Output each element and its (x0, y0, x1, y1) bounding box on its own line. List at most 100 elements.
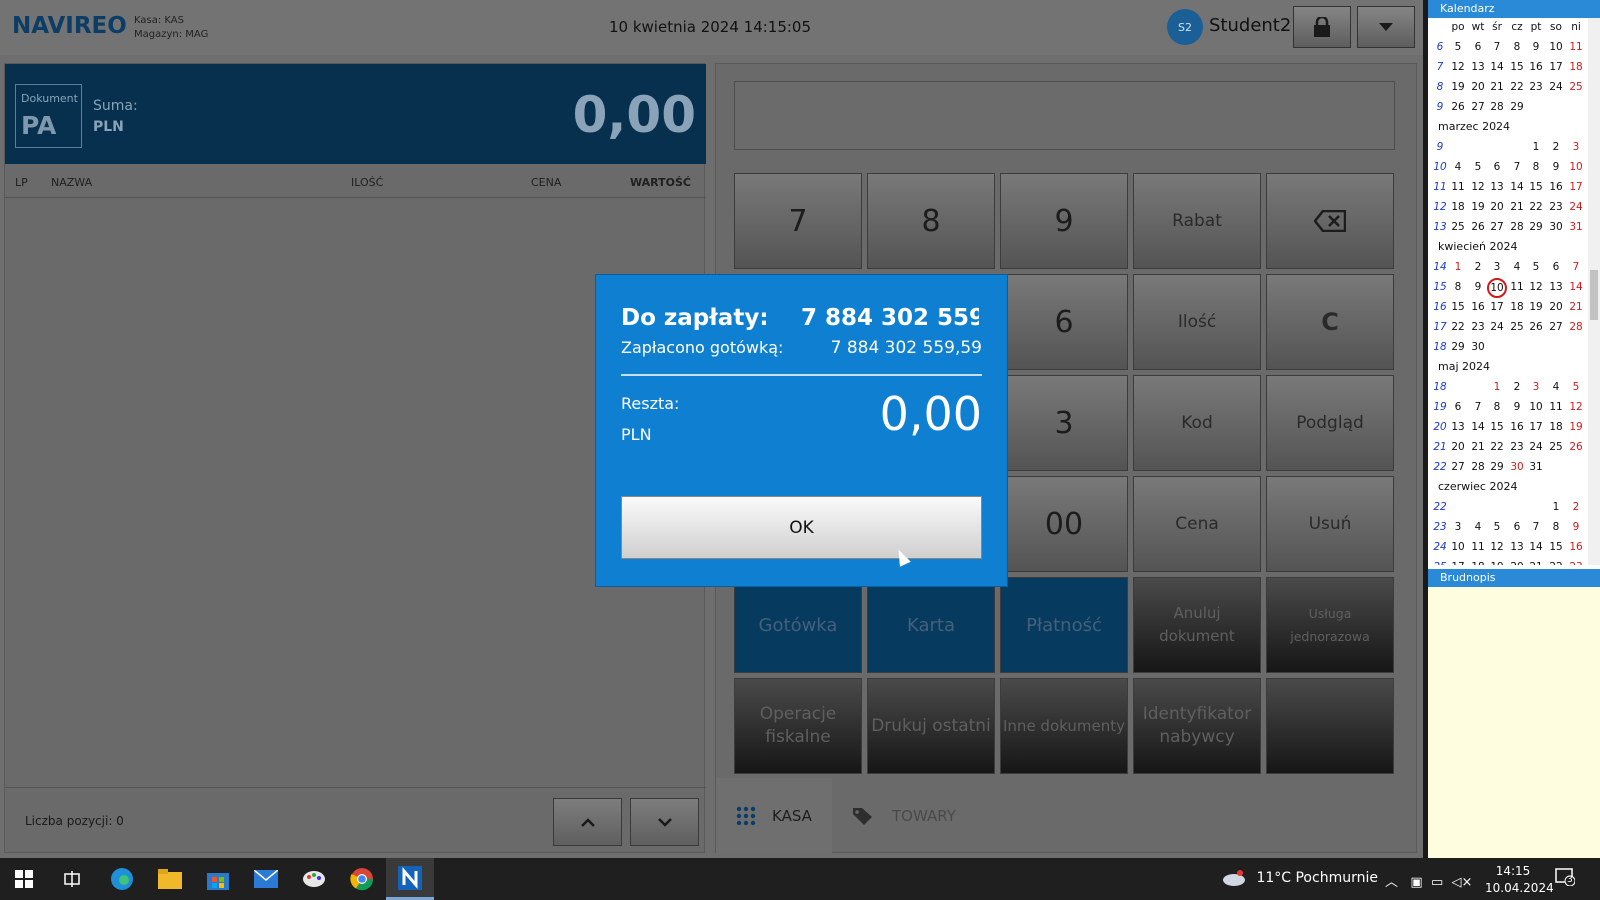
calendar-day[interactable]: 6 (1507, 521, 1527, 533)
calendar-day[interactable]: 5 (1487, 521, 1507, 533)
calendar-day[interactable]: 25 (1546, 441, 1566, 453)
calendar-day[interactable]: 19 (1468, 201, 1488, 213)
calendar-day[interactable]: 17 (1448, 561, 1468, 565)
calendar-day[interactable]: 3 (1566, 141, 1586, 153)
calendar-day[interactable]: 18 (1507, 301, 1527, 313)
calendar-day[interactable]: 5 (1468, 161, 1488, 173)
calendar-day[interactable]: 9 (1546, 161, 1566, 173)
calendar-day[interactable]: 22 (1546, 561, 1566, 565)
calendar-day[interactable]: 21 (1566, 301, 1586, 313)
calendar-day[interactable]: 9 (1507, 401, 1527, 413)
calendar-day[interactable]: 7 (1507, 161, 1527, 173)
calendar-day[interactable]: 1 (1546, 501, 1566, 513)
paint-button[interactable] (290, 858, 338, 900)
file-explorer-button[interactable] (146, 858, 194, 900)
calendar-day[interactable]: 28 (1487, 101, 1507, 113)
one-time-service-button[interactable]: Usługa jednorazowa (1266, 577, 1394, 673)
calendar-day[interactable]: 12 (1526, 281, 1546, 293)
calendar-day[interactable]: 21 (1526, 561, 1546, 565)
ok-button[interactable]: OK (621, 496, 982, 559)
calendar-day[interactable]: 26 (1526, 321, 1546, 333)
task-view-button[interactable] (48, 858, 96, 900)
quantity-button[interactable]: Ilość (1133, 274, 1261, 370)
chevron-up-icon[interactable]: ︿ (1385, 875, 1398, 890)
card-button[interactable]: Karta (867, 577, 995, 673)
calendar-day[interactable]: 14 (1507, 181, 1527, 193)
key-8[interactable]: 8 (867, 173, 995, 269)
user-avatar[interactable]: S2 (1167, 9, 1203, 45)
username[interactable]: Student2 (1209, 15, 1291, 36)
calendar-day[interactable]: 25 (1507, 321, 1527, 333)
price-button[interactable]: Cena (1133, 476, 1261, 572)
calendar-day[interactable]: 26 (1566, 441, 1586, 453)
calendar-day[interactable]: 9 (1468, 281, 1488, 293)
calendar-day[interactable]: 11 (1546, 401, 1566, 413)
key-7[interactable]: 7 (734, 173, 862, 269)
calendar-day[interactable]: 15 (1526, 181, 1546, 193)
calendar-day[interactable]: 28 (1566, 321, 1586, 333)
key-6[interactable]: 6 (1000, 274, 1128, 370)
calendar-day[interactable]: 16 (1468, 301, 1488, 313)
calendar-day[interactable]: 1 (1448, 261, 1468, 273)
calendar-scroll-thumb[interactable] (1590, 270, 1598, 320)
other-documents-button[interactable]: Inne dokumenty (1000, 678, 1128, 774)
calendar-day[interactable]: 4 (1546, 381, 1566, 393)
calendar-day[interactable]: 17 (1487, 301, 1507, 313)
calendar-day[interactable]: 1 (1487, 381, 1507, 393)
calendar-day[interactable]: 1 (1526, 141, 1546, 153)
calendar-day[interactable]: 2 (1546, 141, 1566, 153)
preview-button[interactable]: Podgląd (1266, 375, 1394, 471)
calendar-day[interactable]: 6 (1546, 261, 1566, 273)
tab-towary[interactable]: TOWARY (832, 778, 1002, 854)
calendar-day[interactable]: 31 (1566, 221, 1586, 233)
calendar-day[interactable]: 28 (1468, 461, 1488, 473)
calendar-day[interactable]: 12 (1487, 541, 1507, 553)
calendar-day[interactable]: 4 (1507, 261, 1527, 273)
system-tray[interactable]: ︿ ▣ ▭ ◁× (1385, 871, 1472, 890)
calendar-day[interactable]: 13 (1546, 281, 1566, 293)
key-00[interactable]: 00 (1000, 476, 1128, 572)
calendar-day[interactable]: 3 (1526, 381, 1546, 393)
calendar-day[interactable]: 25 (1566, 81, 1586, 93)
calendar-day[interactable]: 4 (1448, 161, 1468, 173)
calendar-day[interactable]: 14 (1566, 281, 1586, 293)
taskbar-clock[interactable]: 14:15 10.04.2024 (1485, 863, 1554, 897)
key-9[interactable]: 9 (1000, 173, 1128, 269)
calendar-day[interactable]: 21 (1487, 81, 1507, 93)
calendar-day[interactable]: 16 (1546, 181, 1566, 193)
calendar-day[interactable]: 30 (1507, 461, 1527, 473)
calendar-day[interactable]: 16 (1566, 541, 1586, 553)
calendar-day[interactable]: 20 (1448, 441, 1468, 453)
print-last-button[interactable]: Drukuj ostatni (867, 678, 995, 774)
clear-button[interactable]: C (1266, 274, 1394, 370)
calendar-day[interactable]: 20 (1546, 301, 1566, 313)
calendar-day[interactable]: 7 (1526, 521, 1546, 533)
start-button[interactable] (0, 858, 48, 900)
cancel-document-button[interactable]: Anuluj dokument (1133, 577, 1261, 673)
calendar-day[interactable]: 30 (1546, 221, 1566, 233)
calendar-day[interactable]: 29 (1507, 101, 1527, 113)
calendar-day[interactable]: 7 (1468, 401, 1488, 413)
calendar-day[interactable]: 27 (1546, 321, 1566, 333)
calendar-day[interactable]: 10 (1526, 401, 1546, 413)
calendar-day[interactable]: 15 (1507, 61, 1527, 73)
calendar-day[interactable]: 23 (1526, 81, 1546, 93)
calendar-day[interactable]: 10 (1546, 41, 1566, 53)
tab-kasa[interactable]: KASA (716, 778, 832, 854)
calendar-day[interactable]: 11 (1468, 541, 1488, 553)
calendar-day[interactable]: 11 (1448, 181, 1468, 193)
calendar-day[interactable]: 20 (1487, 201, 1507, 213)
calendar-day[interactable]: 11 (1566, 41, 1586, 53)
store-button[interactable] (194, 858, 242, 900)
calendar-day[interactable]: 13 (1507, 541, 1527, 553)
calendar-day[interactable]: 15 (1448, 301, 1468, 313)
calendar-day[interactable]: 14 (1487, 61, 1507, 73)
chrome-button[interactable] (338, 858, 386, 900)
calendar-day[interactable]: 3 (1448, 521, 1468, 533)
calendar-day[interactable]: 22 (1448, 321, 1468, 333)
calendar-day[interactable]: 25 (1448, 221, 1468, 233)
calendar-day[interactable]: 8 (1526, 161, 1546, 173)
calendar-day[interactable]: 13 (1448, 421, 1468, 433)
empty-key[interactable] (1266, 678, 1394, 774)
network-icon[interactable]: ▣ (1410, 875, 1422, 890)
